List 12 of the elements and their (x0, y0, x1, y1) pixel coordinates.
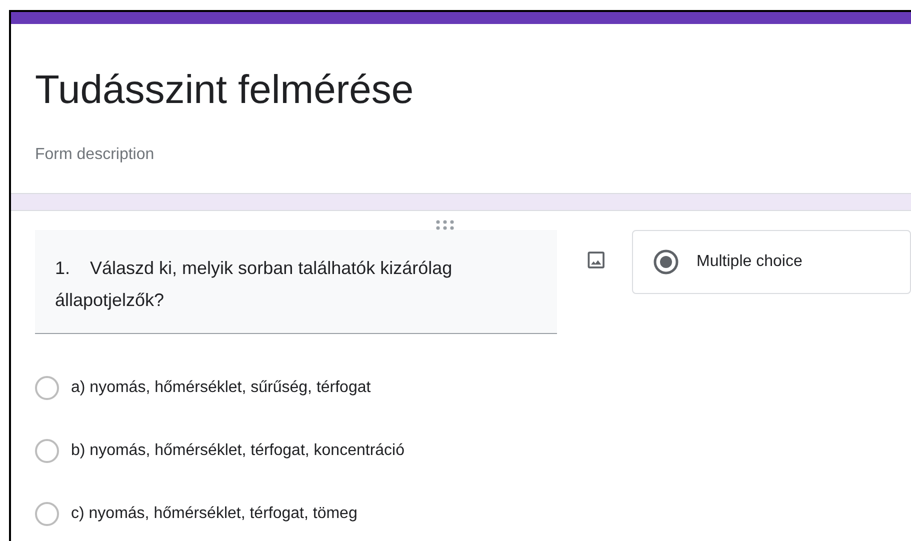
form-title[interactable]: Tudásszint felmérése (35, 66, 414, 114)
option-label: a) nyomás, hőmérséklet, sűrűség, térfogat (71, 378, 371, 396)
question-field[interactable]: 1. Válaszd ki, melyik sorban találhatók kizárólag állapotjelzők? (35, 230, 558, 334)
option-label: c) nyomás, hőmérséklet, térfogat, tömeg (71, 504, 358, 522)
description-field[interactable]: Form description (35, 146, 154, 164)
radio-button[interactable] (35, 376, 59, 400)
radio-button-icon (652, 249, 679, 275)
drag-handle-icon[interactable] (436, 220, 456, 230)
question-type-dropdown[interactable]: Multiple choice (632, 230, 911, 294)
radio-button[interactable] (35, 502, 59, 526)
option-label: b) nyomás, hőmérséklet, térfogat, koncentráció (71, 442, 404, 460)
radio-button[interactable] (35, 438, 59, 462)
